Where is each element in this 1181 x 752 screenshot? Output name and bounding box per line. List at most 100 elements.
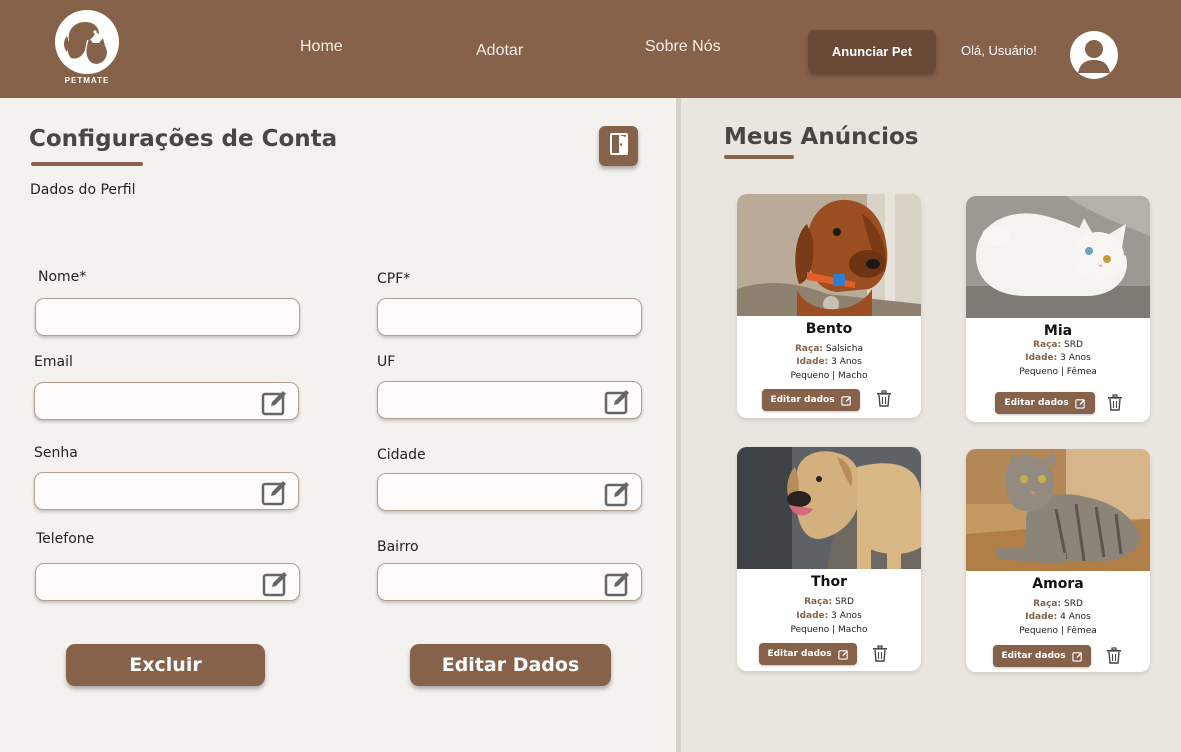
trash-icon[interactable] xyxy=(1106,647,1122,665)
telefone-field[interactable] xyxy=(35,563,300,601)
trash-icon[interactable] xyxy=(1107,394,1123,412)
breed-value: Salsicha xyxy=(825,344,863,354)
email-input[interactable] xyxy=(35,383,298,419)
uf-field[interactable] xyxy=(377,381,642,419)
senha-field[interactable] xyxy=(34,472,299,510)
edit-bairro-icon[interactable] xyxy=(604,569,632,597)
announce-pet-button[interactable]: Anunciar Pet xyxy=(808,30,936,73)
nav-home[interactable]: Home xyxy=(300,38,343,56)
nav-sobre-nos[interactable]: Sobre Nós xyxy=(645,38,721,56)
telefone-label: Telefone xyxy=(36,531,95,547)
breed-value: SRD xyxy=(1063,599,1083,609)
cidade-field[interactable] xyxy=(377,473,642,511)
senha-input[interactable] xyxy=(35,473,298,509)
bairro-field[interactable] xyxy=(377,563,642,601)
edit-cidade-icon[interactable] xyxy=(604,479,632,507)
breed-value: SRD xyxy=(834,597,854,607)
breed-label: Raça: xyxy=(795,344,824,354)
trash-icon[interactable] xyxy=(872,645,888,663)
telefone-input[interactable] xyxy=(36,564,299,600)
pet-breed: Raça: SRD xyxy=(966,340,1150,350)
age-value: 3 Anos xyxy=(831,611,862,621)
pet-breed: Raça: SRD xyxy=(737,597,921,607)
user-avatar-icon[interactable] xyxy=(1070,31,1118,79)
white-cat-photo xyxy=(966,196,1150,318)
listings-title: Meus Anúncios xyxy=(724,124,919,150)
pet-breed: Raça: Salsicha xyxy=(737,344,921,354)
pet-age: Idade: 4 Anos xyxy=(966,612,1150,622)
edit-pet-label: Editar dados xyxy=(1001,651,1066,661)
edit-uf-icon[interactable] xyxy=(604,387,632,415)
uf-input[interactable] xyxy=(378,382,641,418)
age-label: Idade: xyxy=(1025,612,1058,622)
breed-label: Raça: xyxy=(804,597,833,607)
trash-icon[interactable] xyxy=(876,390,892,408)
top-navbar: PETMATE Home Adotar Sobre Nós Anunciar P… xyxy=(0,0,1181,98)
logo-icon xyxy=(55,10,119,74)
panel-divider xyxy=(676,98,681,752)
breed-value: SRD xyxy=(1063,340,1083,350)
pet-age: Idade: 3 Anos xyxy=(737,611,921,621)
edit-pet-button[interactable]: Editar dados xyxy=(759,643,857,665)
pet-card-thor[interactable]: Thor Raça: SRD Idade: 3 Anos Pequeno | M… xyxy=(737,447,921,671)
email-field[interactable] xyxy=(34,382,299,420)
bairro-label: Bairro xyxy=(377,539,419,555)
age-label: Idade: xyxy=(796,357,829,367)
title-underline xyxy=(31,162,143,166)
pet-age: Idade: 3 Anos xyxy=(737,357,921,367)
edit-icon xyxy=(837,649,848,660)
pet-card-amora[interactable]: Amora Raça: SRD Idade: 4 Anos Pequeno | … xyxy=(966,449,1150,672)
logo-text: PETMATE xyxy=(64,76,110,85)
edit-pet-label: Editar dados xyxy=(770,395,835,405)
age-label: Idade: xyxy=(796,611,829,621)
edit-pet-button[interactable]: Editar dados xyxy=(762,389,860,411)
petmate-logo[interactable]: PETMATE xyxy=(55,10,119,90)
edit-pet-label: Editar dados xyxy=(767,649,832,659)
edit-icon xyxy=(840,395,851,406)
page-title: Configurações de Conta xyxy=(29,126,338,152)
edit-senha-icon[interactable] xyxy=(261,478,289,506)
cidade-label: Cidade xyxy=(377,447,426,463)
pet-card-bento[interactable]: Bento Raça: Salsicha Idade: 3 Anos Peque… xyxy=(737,194,921,418)
nome-field[interactable] xyxy=(35,298,300,336)
edit-telefone-icon[interactable] xyxy=(262,569,290,597)
logout-button[interactable] xyxy=(599,126,638,166)
tabby-cat-photo xyxy=(966,449,1150,571)
pet-info: Pequeno | Macho xyxy=(790,625,868,635)
age-value: 3 Anos xyxy=(1060,353,1091,363)
pet-info: Pequeno | Macho xyxy=(790,371,868,381)
pet-name: Thor xyxy=(810,574,848,590)
senha-label: Senha xyxy=(34,445,78,461)
edit-pet-label: Editar dados xyxy=(1004,398,1069,408)
pet-breed: Raça: SRD xyxy=(966,599,1150,609)
age-value: 4 Anos xyxy=(1060,612,1091,622)
nome-label: Nome* xyxy=(38,269,87,285)
profile-subtitle: Dados do Perfil xyxy=(30,182,136,198)
delete-account-button[interactable]: Excluir xyxy=(66,644,265,686)
cpf-field[interactable] xyxy=(377,298,642,336)
nav-adotar[interactable]: Adotar xyxy=(476,42,523,60)
age-value: 3 Anos xyxy=(831,357,862,367)
nome-input[interactable] xyxy=(36,299,299,335)
pet-card-mia[interactable]: Mia Raça: SRD Idade: 3 Anos Pequeno | Fê… xyxy=(966,196,1150,422)
pet-name: Amora xyxy=(1032,576,1084,592)
tan-dog-photo xyxy=(737,447,921,569)
edit-email-icon[interactable] xyxy=(261,388,289,416)
pet-info: Pequeno | Fêmea xyxy=(1019,367,1097,377)
edit-data-button[interactable]: Editar Dados xyxy=(410,644,611,686)
listings-underline xyxy=(724,155,794,159)
edit-pet-button[interactable]: Editar dados xyxy=(993,645,1091,667)
cidade-input[interactable] xyxy=(378,474,641,510)
breed-label: Raça: xyxy=(1033,340,1062,350)
breed-label: Raça: xyxy=(1033,599,1062,609)
door-exit-icon xyxy=(608,132,630,160)
cpf-input[interactable] xyxy=(378,299,641,335)
age-label: Idade: xyxy=(1025,353,1058,363)
edit-icon xyxy=(1074,398,1085,409)
email-label: Email xyxy=(34,354,73,370)
cpf-label: CPF* xyxy=(377,271,411,287)
uf-label: UF xyxy=(377,354,396,370)
bairro-input[interactable] xyxy=(378,564,641,600)
dachshund-photo xyxy=(737,194,921,316)
edit-pet-button[interactable]: Editar dados xyxy=(995,392,1095,414)
